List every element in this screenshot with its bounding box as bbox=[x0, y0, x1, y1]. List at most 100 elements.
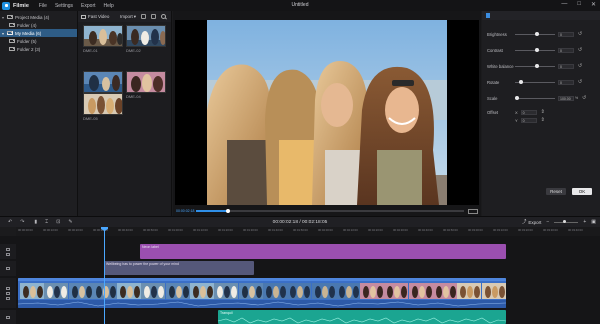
preview-timecode: 00:00:02:18 bbox=[176, 209, 195, 213]
track-lock-icon[interactable] bbox=[6, 247, 10, 251]
menu-settings[interactable]: Settings bbox=[55, 3, 73, 9]
ok-button[interactable]: OK bbox=[572, 188, 592, 195]
reset-icon[interactable]: ↺ bbox=[578, 47, 582, 53]
search-icon[interactable] bbox=[161, 14, 167, 19]
close-button[interactable]: ✕ bbox=[591, 1, 596, 8]
property-slider-handle[interactable] bbox=[518, 79, 523, 84]
track-visibility-icon[interactable] bbox=[6, 291, 10, 295]
ruler-tick-label: 00:01:50:00 bbox=[293, 228, 308, 232]
property-row: Contrast 0 ↺ bbox=[487, 46, 597, 54]
tree-item-folder-5[interactable]: Folder (5) bbox=[0, 37, 77, 45]
property-slider-handle[interactable] bbox=[534, 63, 539, 68]
zoom-in-icon[interactable]: + bbox=[583, 219, 586, 225]
property-value-input[interactable]: 0 bbox=[558, 31, 574, 37]
track-lock-icon[interactable] bbox=[6, 286, 10, 290]
preview-video[interactable] bbox=[175, 20, 479, 205]
property-slider-handle[interactable] bbox=[515, 95, 519, 100]
preview-progress-bar[interactable] bbox=[196, 208, 464, 213]
property-slider[interactable] bbox=[515, 63, 555, 68]
properties-panel: Brightness 0 ↺ Contrast 0 ↺ White balance 0 ↺ Rot… bbox=[482, 11, 600, 216]
view-toggle-icon[interactable] bbox=[141, 14, 147, 19]
property-slider[interactable] bbox=[515, 95, 555, 100]
properties-tab-bar bbox=[482, 11, 600, 20]
reset-icon[interactable]: ↺ bbox=[578, 63, 582, 69]
fast-video-button[interactable]: Fast Video bbox=[81, 14, 109, 19]
export-icon: ⤴ bbox=[521, 219, 527, 224]
stepper-icon[interactable]: ⇕ bbox=[541, 117, 545, 123]
delete-icon[interactable]: ▮ bbox=[34, 219, 37, 225]
folder-icon bbox=[7, 30, 13, 35]
ruler-tick-label: 00:01:00:00 bbox=[168, 228, 183, 232]
property-slider-handle[interactable] bbox=[534, 47, 539, 52]
tree-item-folder[interactable]: Folder (4) bbox=[0, 21, 77, 29]
title-clip[interactable]: Neon label bbox=[140, 244, 506, 259]
preview-progress-handle[interactable] bbox=[226, 208, 231, 213]
property-slider[interactable] bbox=[515, 79, 555, 84]
filmstrip-frame bbox=[262, 283, 287, 299]
playhead-line[interactable] bbox=[104, 227, 105, 324]
property-value-input[interactable]: 100.00 bbox=[558, 95, 574, 101]
tree-item-my-media[interactable]: ▾ My Media (6) bbox=[0, 29, 77, 37]
filmstrip-frame bbox=[238, 283, 263, 299]
tree-item-project-media[interactable]: ▾ Project Media (4) bbox=[0, 13, 77, 21]
video-clip[interactable] bbox=[18, 278, 506, 308]
ruler-tick-label: 00:02:10:00 bbox=[343, 228, 358, 232]
video-properties-tab-icon[interactable] bbox=[486, 13, 490, 18]
menu-help[interactable]: Help bbox=[104, 3, 114, 9]
crop-icon[interactable]: ⊡ bbox=[56, 219, 60, 225]
menu-export[interactable]: Export bbox=[81, 3, 95, 9]
track-mute-icon[interactable] bbox=[6, 296, 10, 300]
fullscreen-icon[interactable] bbox=[468, 208, 478, 214]
media-thumbnail[interactable]: DME-01 bbox=[83, 25, 123, 53]
property-row: Rotate 0 ↺ bbox=[487, 78, 597, 86]
property-slider[interactable] bbox=[515, 31, 555, 36]
thumbnail-image bbox=[126, 71, 166, 93]
track-visibility-icon[interactable] bbox=[6, 252, 10, 256]
property-value-input[interactable]: 0 bbox=[558, 79, 574, 85]
split-icon[interactable]: ⌶ bbox=[45, 219, 48, 225]
property-slider-handle[interactable] bbox=[534, 31, 539, 36]
document-title: Untitled bbox=[291, 2, 309, 8]
app-name: Filmie bbox=[13, 2, 29, 9]
media-thumbnail[interactable]: DME-05 bbox=[83, 93, 123, 121]
zoom-out-icon[interactable]: − bbox=[546, 219, 549, 225]
reset-icon[interactable]: ↺ bbox=[578, 79, 582, 85]
subtitle-clip[interactable]: Wellbeing has to power the power of your… bbox=[104, 261, 254, 275]
ruler-tick-label: 00:03:20:00 bbox=[518, 228, 533, 232]
fit-timeline-icon[interactable]: ▣ bbox=[591, 219, 596, 225]
ruler-tick-label: 00:03:00:00 bbox=[468, 228, 483, 232]
thumbnail-image bbox=[83, 25, 123, 47]
minimize-button[interactable]: — bbox=[561, 1, 567, 8]
property-label: Brightness bbox=[487, 31, 507, 37]
property-value-input[interactable]: 0 bbox=[558, 63, 574, 69]
filmstrip-frame bbox=[44, 283, 69, 299]
grid-view-icon[interactable] bbox=[151, 14, 157, 19]
offset-x-input[interactable]: 0 bbox=[520, 109, 537, 115]
import-button[interactable]: Import ▾ bbox=[120, 14, 136, 20]
undo-icon[interactable]: ↶ bbox=[8, 219, 12, 225]
property-slider[interactable] bbox=[515, 47, 555, 52]
reset-icon[interactable]: ↺ bbox=[582, 95, 586, 101]
tree-item-folder-2[interactable]: Folder 2 (3) bbox=[0, 45, 77, 53]
track-mute-icon[interactable] bbox=[6, 315, 10, 319]
folder-icon bbox=[7, 14, 13, 19]
offset-y-input[interactable]: 0 bbox=[520, 117, 537, 123]
offset-label: Offset bbox=[487, 109, 499, 115]
redo-icon[interactable]: ↷ bbox=[20, 219, 24, 225]
media-grid-panel: Fast Video DME-01 DME-02 DME-04 DME-05 bbox=[78, 11, 172, 216]
maximize-button[interactable]: □ bbox=[577, 1, 581, 8]
reset-button[interactable]: Reset bbox=[546, 188, 566, 195]
edit-icon[interactable]: ✎ bbox=[68, 219, 72, 225]
filmstrip-frame bbox=[190, 283, 215, 299]
property-value-input[interactable]: 0 bbox=[558, 47, 574, 53]
stepper-icon[interactable]: ⇕ bbox=[541, 109, 545, 115]
export-button[interactable]: ⤴ Export bbox=[522, 219, 542, 225]
menu-file[interactable]: File bbox=[39, 3, 47, 9]
timeline-zoom-slider[interactable] bbox=[554, 220, 579, 223]
property-label: White balance bbox=[487, 63, 514, 69]
track-lock-icon[interactable] bbox=[6, 267, 10, 270]
media-thumbnail[interactable]: DME-04 bbox=[126, 71, 166, 99]
reset-icon[interactable]: ↺ bbox=[578, 31, 582, 37]
media-thumbnail[interactable]: DME-02 bbox=[126, 25, 166, 53]
audio-clip[interactable]: Tranquil bbox=[218, 310, 506, 324]
